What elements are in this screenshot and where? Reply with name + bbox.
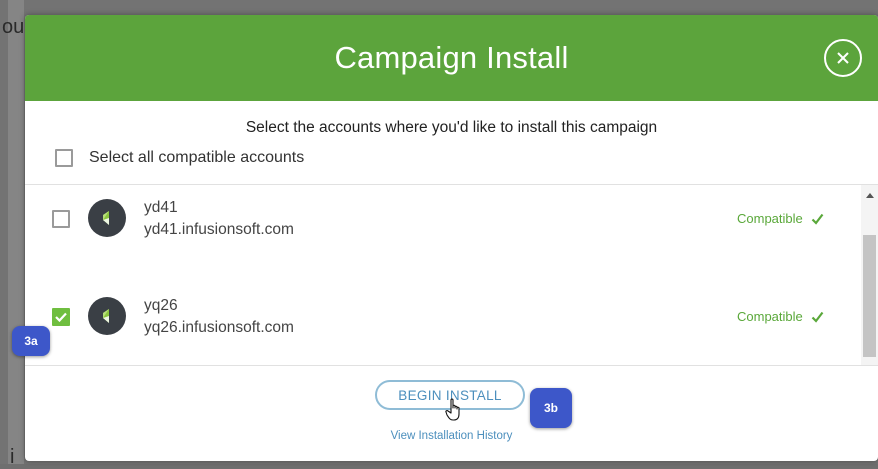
- compatibility-label: Compatible: [737, 309, 803, 324]
- scrollbar-thumb[interactable]: [863, 235, 876, 357]
- campaign-install-dialog: Campaign Install Select the accounts whe…: [25, 15, 878, 461]
- compatibility-status: Compatible: [737, 211, 824, 226]
- check-icon: [811, 311, 824, 323]
- background-text-fragment: i: [10, 446, 15, 468]
- select-all-row[interactable]: Select all compatible accounts: [55, 149, 304, 167]
- infusionsoft-logo-icon: [103, 309, 109, 323]
- select-all-label[interactable]: Select all compatible accounts: [89, 149, 304, 167]
- background-text-fragment: ou: [2, 16, 25, 38]
- callout-badge-3a: 3a: [12, 326, 50, 356]
- account-row-yd41[interactable]: yd41 yd41.infusionsoft.com Compatible: [25, 185, 855, 245]
- close-button[interactable]: [824, 39, 862, 77]
- account-avatar: [88, 297, 126, 335]
- dialog-title: Campaign Install: [334, 40, 569, 75]
- compatibility-label: Compatible: [737, 211, 803, 226]
- list-scrollbar[interactable]: [861, 185, 878, 365]
- view-installation-history-label[interactable]: View Installation History: [391, 430, 513, 442]
- background-panel: [8, 0, 24, 464]
- account-domain: yd41.infusionsoft.com: [144, 221, 294, 238]
- account-checkbox[interactable]: [52, 210, 70, 228]
- account-name: yq26: [144, 297, 178, 314]
- check-icon: [811, 213, 824, 225]
- account-name: yd41: [144, 199, 178, 216]
- hand-pointer-icon: [445, 398, 460, 421]
- account-avatar: [88, 199, 126, 237]
- scroll-up-arrow-icon[interactable]: [866, 193, 874, 198]
- view-installation-history-link[interactable]: View Installation History: [25, 430, 878, 442]
- infusionsoft-logo-icon: [103, 211, 109, 225]
- close-icon: [837, 52, 849, 64]
- dialog-header: Campaign Install: [25, 15, 878, 101]
- compatibility-status: Compatible: [737, 309, 824, 324]
- instructions-text: Select the accounts where you'd like to …: [245, 119, 658, 136]
- account-row-yq26[interactable]: yq26 yq26.infusionsoft.com Compatible: [25, 283, 855, 343]
- checkmark-icon: [55, 312, 67, 322]
- account-list: yd41 yd41.infusionsoft.com Compatible yq…: [25, 184, 878, 366]
- account-domain: yq26.infusionsoft.com: [144, 319, 294, 336]
- account-checkbox[interactable]: [52, 308, 70, 326]
- callout-badge-3b: 3b: [530, 388, 572, 428]
- select-all-checkbox[interactable]: [55, 149, 73, 167]
